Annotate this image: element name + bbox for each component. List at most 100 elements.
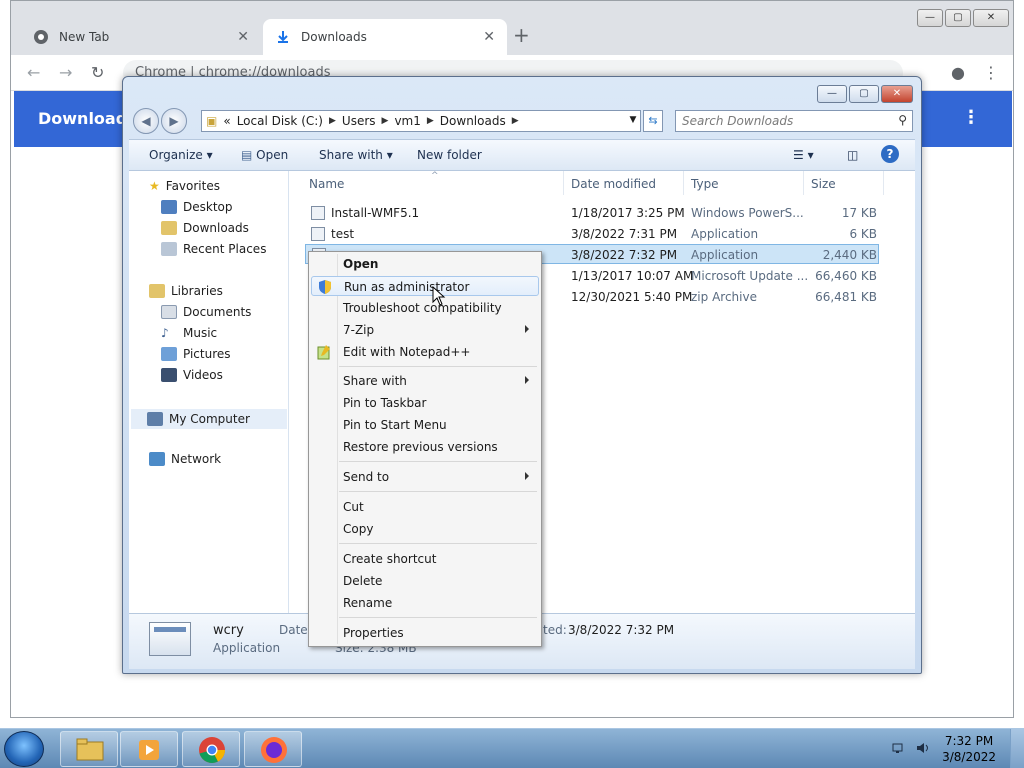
file-row[interactable]: test 3/8/2022 7:31 PM Application 6 KB [305,224,879,244]
menu-item-cut[interactable]: Cut [311,497,539,517]
chrome-close-button[interactable]: ✕ [973,9,1009,27]
taskbar-firefox-button[interactable] [244,731,302,767]
reload-icon[interactable]: ↻ [91,63,104,82]
breadcrumb-item[interactable]: Local Disk (C:) [237,114,323,128]
new-tab-button[interactable]: + [513,25,530,45]
menu-label: Copy [343,522,374,536]
taskbar-explorer-button[interactable] [60,731,118,767]
breadcrumb-item[interactable]: Users [342,114,376,128]
folder-icon: ▣ [206,114,218,128]
preview-pane-icon[interactable]: ◫ [847,148,858,162]
column-header-name[interactable]: Name [309,177,344,191]
menu-item-troubleshoot-compatibility[interactable]: Troubleshoot compatibility [311,298,539,318]
nav-label: Desktop [183,200,233,214]
taskbar-media-player-button[interactable] [120,731,178,767]
menu-item-copy[interactable]: Copy [311,519,539,539]
tab-new-tab[interactable]: New Tab ✕ [21,19,261,55]
show-desktop-button[interactable] [1010,729,1024,768]
breadcrumb-item[interactable]: Downloads [440,114,506,128]
column-divider[interactable] [803,171,804,195]
column-divider[interactable] [683,171,684,195]
back-arrow-icon[interactable]: ← [27,63,40,82]
menu-item-properties[interactable]: Properties [311,623,539,643]
nav-documents[interactable]: Documents [161,305,251,319]
chevron-right-icon[interactable]: ▶ [427,116,434,126]
view-options-icon[interactable]: ☰ ▾ [793,148,814,162]
chrome-tab-strip: New Tab ✕ Downloads ✕ + — ▢ ✕ [11,1,1013,55]
menu-item-pin-to-start-menu[interactable]: Pin to Start Menu [311,415,539,435]
explorer-maximize-button[interactable]: ▢ [849,85,879,103]
more-actions-icon[interactable]: ⋮ [962,107,980,128]
file-date: 1/18/2017 3:25 PM [571,206,685,220]
breadcrumb-item[interactable]: vm1 [394,114,420,128]
back-arrow-icon[interactable]: ◀ [133,108,159,134]
column-header-type[interactable]: Type [691,177,719,191]
explorer-minimize-button[interactable]: — [817,85,847,103]
application-file-icon [311,227,325,241]
menu-item-send-to[interactable]: Send to [311,467,539,487]
nav-libraries[interactable]: Libraries [149,284,223,298]
menu-item-edit-with-notepadpp[interactable]: Edit with Notepad++ [311,342,539,362]
close-tab-icon[interactable]: ✕ [483,29,495,45]
column-header-date[interactable]: Date modified [571,177,656,191]
file-date: 3/8/2022 7:32 PM [571,248,678,262]
search-icon[interactable]: ⚲ [898,113,907,127]
help-icon[interactable]: ? [881,145,899,163]
chrome-maximize-button[interactable]: ▢ [945,9,971,27]
menu-item-7zip[interactable]: 7-Zip [311,320,539,340]
nav-videos[interactable]: Videos [161,368,223,382]
taskbar-chrome-button[interactable] [182,731,240,767]
chrome-menu-icon[interactable]: ⋮ [983,63,999,82]
nav-desktop[interactable]: Desktop [161,200,233,214]
search-input[interactable]: Search Downloads ⚲ [675,110,913,132]
refresh-icon[interactable]: ⇆ [643,110,663,132]
nav-label: Downloads [183,221,249,235]
forward-arrow-icon[interactable]: ▶ [161,108,187,134]
menu-item-create-shortcut[interactable]: Create shortcut [311,549,539,569]
menu-item-share-with[interactable]: Share with [311,371,539,391]
chevron-right-icon[interactable]: ▶ [512,116,519,126]
organize-button[interactable]: Organize ▾ [149,148,213,162]
nav-favorites[interactable]: ★ Favorites [149,179,220,193]
file-row[interactable]: Install-WMF5.1 1/18/2017 3:25 PM Windows… [305,203,879,223]
menu-item-delete[interactable]: Delete [311,571,539,591]
column-divider[interactable] [883,171,884,195]
file-name: Install-WMF5.1 [331,206,420,220]
menu-item-open[interactable]: Open [311,254,539,274]
close-tab-icon[interactable]: ✕ [237,29,249,45]
chrome-minimize-button[interactable]: — [917,9,943,27]
tab-downloads[interactable]: Downloads ✕ [263,19,507,55]
column-header-size[interactable]: Size [811,177,836,191]
new-folder-button[interactable]: New folder [417,148,482,162]
profile-avatar-icon[interactable]: ● [951,63,965,82]
menu-label: Properties [343,626,404,640]
column-divider[interactable] [563,171,564,195]
open-button[interactable]: ▤ Open [241,148,288,162]
breadcrumb[interactable]: ▣ « Local Disk (C:) ▶ Users ▶ vm1 ▶ Downloa… [201,110,641,132]
breadcrumb-overflow[interactable]: « [223,114,230,128]
menu-label: Pin to Start Menu [343,418,447,432]
forward-arrow-icon[interactable]: → [59,63,72,82]
nav-downloads[interactable]: Downloads [161,221,249,235]
volume-tray-icon[interactable] [916,741,930,755]
explorer-close-button[interactable]: ✕ [881,85,913,103]
nav-my-computer[interactable]: My Computer [131,409,287,429]
share-with-button[interactable]: Share with ▾ [319,148,393,162]
nav-pictures[interactable]: Pictures [161,347,231,361]
nav-recent-places[interactable]: Recent Places [161,242,266,256]
chevron-right-icon[interactable]: ▶ [382,116,389,126]
system-clock[interactable]: 7:32 PM 3/8/2022 [942,733,996,765]
file-date: 12/30/2021 5:40 PM [571,290,693,304]
details-file-name: wcry [213,623,244,638]
nav-music[interactable]: ♪ Music [161,326,217,340]
menu-item-run-as-administrator[interactable]: Run as administrator [311,276,539,296]
chevron-down-icon[interactable]: ▼ [625,110,641,132]
menu-item-pin-to-taskbar[interactable]: Pin to Taskbar [311,393,539,413]
menu-item-restore-previous-versions[interactable]: Restore previous versions [311,437,539,457]
nav-network[interactable]: Network [149,452,221,466]
menu-separator [339,366,537,367]
chevron-right-icon[interactable]: ▶ [329,116,336,126]
network-tray-icon[interactable] [892,741,906,755]
menu-item-rename[interactable]: Rename [311,593,539,613]
start-button[interactable] [4,731,44,767]
